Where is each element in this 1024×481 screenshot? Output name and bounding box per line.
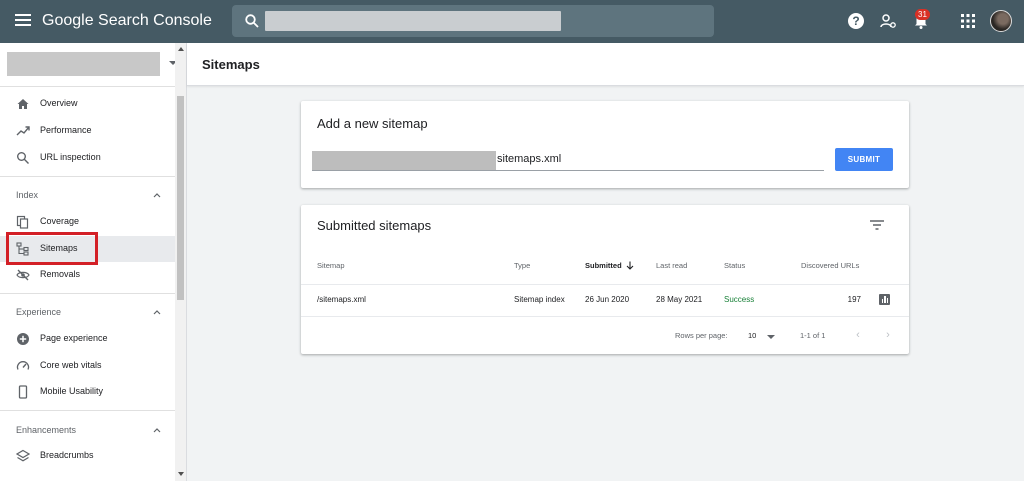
- scroll-up-arrow-icon[interactable]: [178, 47, 184, 51]
- sidebar-item-overview[interactable]: Overview: [0, 91, 175, 117]
- sidebar-item-coverage[interactable]: Coverage: [0, 209, 175, 235]
- next-page-icon[interactable]: ›: [883, 329, 893, 341]
- bar: [886, 298, 888, 303]
- sidebar-item-label: URL inspection: [40, 152, 101, 162]
- sidebar-divider: [0, 293, 175, 294]
- sidebar-item-mobile-usability[interactable]: Mobile Usability: [0, 379, 175, 405]
- filter-icon[interactable]: [870, 219, 884, 231]
- help-icon[interactable]: ?: [848, 13, 864, 29]
- section-label: Enhancements: [16, 425, 77, 435]
- sidebar-item-label: Removals: [40, 269, 81, 279]
- avatar[interactable]: [990, 10, 1012, 32]
- sidebar-divider: [0, 86, 175, 87]
- cell-discovered-urls: 197: [847, 295, 861, 304]
- cell-last-read: 28 May 2021: [656, 295, 703, 304]
- column-header-type[interactable]: Type: [514, 261, 530, 270]
- column-header-last-read[interactable]: Last read: [656, 261, 687, 270]
- sidebar-item-removals[interactable]: Removals: [0, 262, 175, 288]
- cell-status: Success: [724, 295, 755, 304]
- column-header-label: Submitted: [585, 261, 622, 270]
- sidebar-item-label: Performance: [40, 125, 92, 135]
- speed-icon: [16, 361, 30, 370]
- table-divider: [301, 316, 909, 317]
- app-logo[interactable]: Google Search Console: [42, 12, 212, 30]
- sidebar-item-core-web-vitals[interactable]: Core web vitals: [0, 353, 175, 379]
- rows-per-page-label: Rows per page:: [675, 331, 728, 340]
- column-header-sitemap[interactable]: Sitemap: [317, 261, 345, 270]
- sidebar-divider: [0, 410, 175, 411]
- layers-icon: [16, 449, 30, 462]
- chevron-up-icon: [153, 310, 161, 315]
- search-input[interactable]: [232, 5, 714, 37]
- visibility-off-icon: [16, 269, 30, 281]
- top-app-bar: Google Search Console ? 31: [0, 0, 1024, 43]
- smartphone-icon: [18, 385, 28, 399]
- sidebar-divider: [0, 176, 175, 177]
- sidebar-item-page-experience[interactable]: Page experience: [0, 326, 175, 352]
- search-icon: [17, 152, 29, 164]
- rows-per-page-select[interactable]: 10: [748, 331, 756, 340]
- sidebar-section-enhancements[interactable]: Enhancements: [0, 418, 175, 442]
- sidebar-item-label: Page experience: [40, 333, 108, 343]
- file-copy-icon: [16, 215, 29, 229]
- cell-submitted: 26 Jun 2020: [585, 295, 630, 304]
- scroll-down-arrow-icon[interactable]: [178, 472, 184, 476]
- section-label: Experience: [16, 307, 62, 317]
- bar-chart-icon[interactable]: [879, 294, 890, 305]
- sidebar-item-label: Sitemaps: [40, 243, 78, 253]
- trending-up-icon: [16, 126, 30, 136]
- cell-type: Sitemap index: [514, 295, 565, 304]
- sidebar-item-sitemaps[interactable]: Sitemaps: [0, 236, 175, 262]
- add-sitemap-card: Add a new sitemap sitemaps.xml SUBMIT: [301, 101, 909, 188]
- main-menu-button[interactable]: [15, 14, 31, 28]
- sidebar-item-label: Core web vitals: [40, 360, 102, 370]
- chevron-up-icon: [153, 193, 161, 198]
- manage-account-icon[interactable]: [879, 12, 897, 30]
- input-underline: [312, 170, 824, 171]
- redacted-search-text: [265, 11, 561, 31]
- card-title: Add a new sitemap: [317, 116, 428, 131]
- menu-line: [15, 19, 31, 21]
- sidebar-item-label: Overview: [40, 98, 78, 108]
- dropdown-arrow-icon[interactable]: [767, 335, 775, 339]
- notification-badge: 31: [915, 9, 930, 20]
- apps-grid-icon[interactable]: [961, 14, 975, 28]
- sidebar-scrollbar[interactable]: [175, 43, 186, 481]
- sidebar-item-label: Coverage: [40, 216, 80, 226]
- sitemap-icon: [16, 242, 29, 256]
- page-title: Sitemaps: [202, 57, 260, 72]
- redacted-domain-prefix: [312, 151, 496, 170]
- page-header: Sitemaps: [187, 43, 1024, 86]
- menu-line: [15, 14, 31, 16]
- sidebar-item-url-inspection[interactable]: URL inspection: [0, 145, 175, 171]
- chevron-up-icon: [153, 428, 161, 433]
- column-header-status[interactable]: Status: [724, 261, 745, 270]
- search-icon: [245, 14, 259, 28]
- arrow-down-icon: [626, 261, 634, 270]
- sidebar-section-experience[interactable]: Experience: [0, 300, 175, 324]
- scrollbar-thumb[interactable]: [177, 96, 184, 300]
- home-icon: [17, 99, 29, 109]
- sidebar-section-index[interactable]: Index: [0, 183, 175, 207]
- table-divider: [301, 284, 909, 285]
- column-header-discovered-urls[interactable]: Discovered URLs: [801, 261, 859, 270]
- add-circle-icon: [17, 333, 29, 345]
- property-selector[interactable]: [7, 52, 160, 76]
- sidebar-item-performance[interactable]: Performance: [0, 118, 175, 144]
- submitted-sitemaps-card: Submitted sitemaps Sitemap Type Submitte…: [301, 205, 909, 354]
- menu-line: [15, 24, 31, 26]
- section-label: Index: [16, 190, 39, 200]
- submit-button[interactable]: SUBMIT: [835, 148, 893, 171]
- previous-page-icon[interactable]: ‹: [853, 329, 863, 341]
- sidebar-item-label: Breadcrumbs: [40, 450, 94, 460]
- pagination-range: 1-1 of 1: [800, 331, 826, 340]
- column-header-submitted[interactable]: Submitted: [585, 261, 634, 270]
- card-title: Submitted sitemaps: [317, 218, 432, 233]
- sitemap-url-input[interactable]: sitemaps.xml: [497, 153, 561, 165]
- bar: [884, 296, 886, 303]
- bar: [881, 299, 883, 303]
- cell-sitemap: /sitemaps.xml: [317, 295, 366, 304]
- sidebar-item-label: Mobile Usability: [40, 386, 104, 396]
- sidebar-item-breadcrumbs[interactable]: Breadcrumbs: [0, 443, 175, 469]
